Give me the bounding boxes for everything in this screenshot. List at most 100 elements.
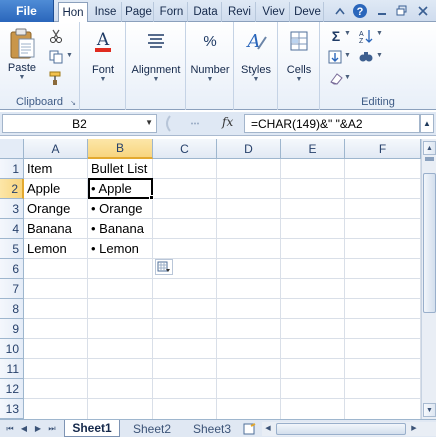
alignment-button[interactable]: Alignment ▼ — [128, 28, 184, 83]
expand-formula-bar-icon[interactable]: ▲ — [420, 114, 434, 133]
cell-a5[interactable]: Lemon — [25, 239, 67, 258]
cell-b3[interactable]: • Orange — [89, 199, 143, 218]
scroll-up-icon[interactable]: ▲ — [423, 141, 436, 155]
font-color-icon: A — [90, 28, 116, 54]
tab-review[interactable]: Revi — [224, 2, 256, 22]
fill-handle[interactable] — [149, 195, 154, 200]
insert-sheet-icon[interactable] — [242, 420, 258, 437]
row-header-8[interactable]: 8 — [0, 299, 24, 319]
column-header-f[interactable]: F — [345, 139, 421, 159]
autosum-icon[interactable]: Σ — [328, 28, 344, 44]
tab-home[interactable]: Hon — [58, 2, 88, 23]
row-header-11[interactable]: 11 — [0, 359, 24, 379]
column-header-b[interactable]: B — [88, 139, 153, 159]
formula-input[interactable]: =CHAR(149)&" "&A2 — [244, 114, 420, 133]
tab-insert[interactable]: Inse — [90, 2, 122, 22]
window-minimize-icon[interactable] — [372, 1, 391, 20]
prev-sheet-icon[interactable]: ◀ — [18, 422, 30, 435]
window-close-icon[interactable] — [413, 1, 432, 20]
fill-dropdown-icon[interactable]: ▼ — [344, 52, 351, 59]
row-header-2[interactable]: 2 — [0, 179, 24, 199]
editing-group-label: Editing — [361, 96, 395, 108]
find-select-icon[interactable] — [358, 49, 374, 65]
sheet-tab-sheet2[interactable]: Sheet2 — [124, 420, 180, 437]
insert-function-icon[interactable]: fx — [222, 115, 233, 129]
column-header-c[interactable]: C — [153, 139, 217, 159]
last-sheet-icon[interactable]: ⏭ — [46, 422, 58, 435]
scroll-right-icon[interactable]: ▶ — [408, 423, 420, 435]
sheet-tab-sheet1[interactable]: Sheet1 — [64, 420, 120, 437]
tab-formulas[interactable]: Forn — [156, 2, 188, 22]
split-box[interactable] — [425, 157, 434, 161]
window-restore-icon[interactable] — [392, 1, 411, 20]
horizontal-scroll-thumb[interactable] — [276, 423, 406, 435]
tab-view[interactable]: Viev — [258, 2, 290, 22]
autosum-dropdown-icon[interactable]: ▼ — [344, 30, 351, 37]
find-dropdown-icon[interactable]: ▼ — [376, 52, 383, 59]
vertical-scrollbar[interactable]: ▲ ▼ — [421, 139, 436, 419]
clipboard-launcher-icon[interactable]: ↘ — [70, 99, 76, 107]
formula-bar-splitter[interactable] — [162, 114, 218, 133]
copy-dropdown-icon[interactable]: ▼ — [66, 52, 73, 59]
row-header-9[interactable]: 9 — [0, 319, 24, 339]
select-all-corner[interactable] — [0, 139, 24, 159]
paste-options-icon[interactable] — [155, 259, 173, 275]
row-header-1[interactable]: 1 — [0, 159, 24, 179]
column-header-d[interactable]: D — [217, 139, 281, 159]
row-header-4[interactable]: 4 — [0, 219, 24, 239]
name-box-dropdown-icon[interactable]: ▼ — [145, 118, 153, 127]
name-box[interactable]: B2 ▼ — [2, 114, 157, 133]
cell-b5[interactable]: • Lemon — [89, 239, 139, 258]
svg-text:?: ? — [356, 6, 363, 18]
row-header-6[interactable]: 6 — [0, 259, 24, 279]
gridline — [24, 238, 421, 239]
file-tab[interactable]: File — [0, 0, 54, 22]
column-header-e[interactable]: E — [281, 139, 345, 159]
paste-label: Paste — [7, 62, 37, 74]
cut-icon[interactable] — [48, 28, 64, 44]
cell-a3[interactable]: Orange — [25, 199, 70, 218]
format-painter-icon[interactable] — [48, 70, 64, 86]
next-sheet-icon[interactable]: ▶ — [32, 422, 44, 435]
sort-dropdown-icon[interactable]: ▼ — [376, 30, 383, 37]
sheet-tab-sheet3[interactable]: Sheet3 — [184, 420, 240, 437]
tab-page-layout[interactable]: Page — [124, 2, 154, 22]
cell-b4[interactable]: • Banana — [89, 219, 144, 238]
cells-button[interactable]: Cells ▼ — [280, 28, 318, 83]
alignment-label: Alignment — [131, 64, 181, 76]
row-header-13[interactable]: 13 — [0, 399, 24, 419]
help-icon[interactable]: ? — [350, 1, 369, 20]
vertical-scroll-thumb[interactable] — [423, 173, 436, 313]
row-header-10[interactable]: 10 — [0, 339, 24, 359]
gridline — [24, 278, 421, 279]
cell-b1[interactable]: Bullet List — [89, 159, 147, 178]
row-header-7[interactable]: 7 — [0, 279, 24, 299]
paste-button[interactable]: Paste ▼ — [4, 26, 40, 81]
clear-icon[interactable] — [328, 70, 344, 86]
tab-data[interactable]: Data — [190, 2, 222, 22]
tab-developer[interactable]: Deve — [292, 2, 324, 22]
alignment-dropdown-icon: ▼ — [152, 76, 160, 83]
styles-button[interactable]: A Styles ▼ — [236, 28, 276, 83]
row-header-12[interactable]: 12 — [0, 379, 24, 399]
minimize-ribbon-icon[interactable] — [330, 1, 349, 20]
sort-filter-icon[interactable]: AZ — [358, 28, 374, 44]
fill-icon[interactable] — [328, 49, 344, 65]
copy-icon[interactable] — [48, 49, 64, 65]
cell-a2[interactable]: Apple — [25, 179, 60, 198]
column-header-a[interactable]: A — [24, 139, 88, 159]
row-header-3[interactable]: 3 — [0, 199, 24, 219]
gridline — [24, 358, 421, 359]
font-button[interactable]: A Font ▼ — [88, 28, 118, 83]
cell-a4[interactable]: Banana — [25, 219, 72, 238]
clear-dropdown-icon[interactable]: ▼ — [344, 74, 351, 81]
scroll-left-icon[interactable]: ◀ — [262, 423, 274, 435]
row-header-5[interactable]: 5 — [0, 239, 24, 259]
cells-dropdown-icon: ▼ — [295, 76, 303, 83]
first-sheet-icon[interactable]: ⏮ — [4, 422, 16, 435]
gridline — [24, 198, 421, 199]
scroll-down-icon[interactable]: ▼ — [423, 403, 436, 417]
horizontal-scrollbar[interactable]: ◀ ▶ — [262, 422, 436, 436]
cell-a1[interactable]: Item — [25, 159, 52, 178]
number-button[interactable]: % Number ▼ — [188, 28, 232, 84]
